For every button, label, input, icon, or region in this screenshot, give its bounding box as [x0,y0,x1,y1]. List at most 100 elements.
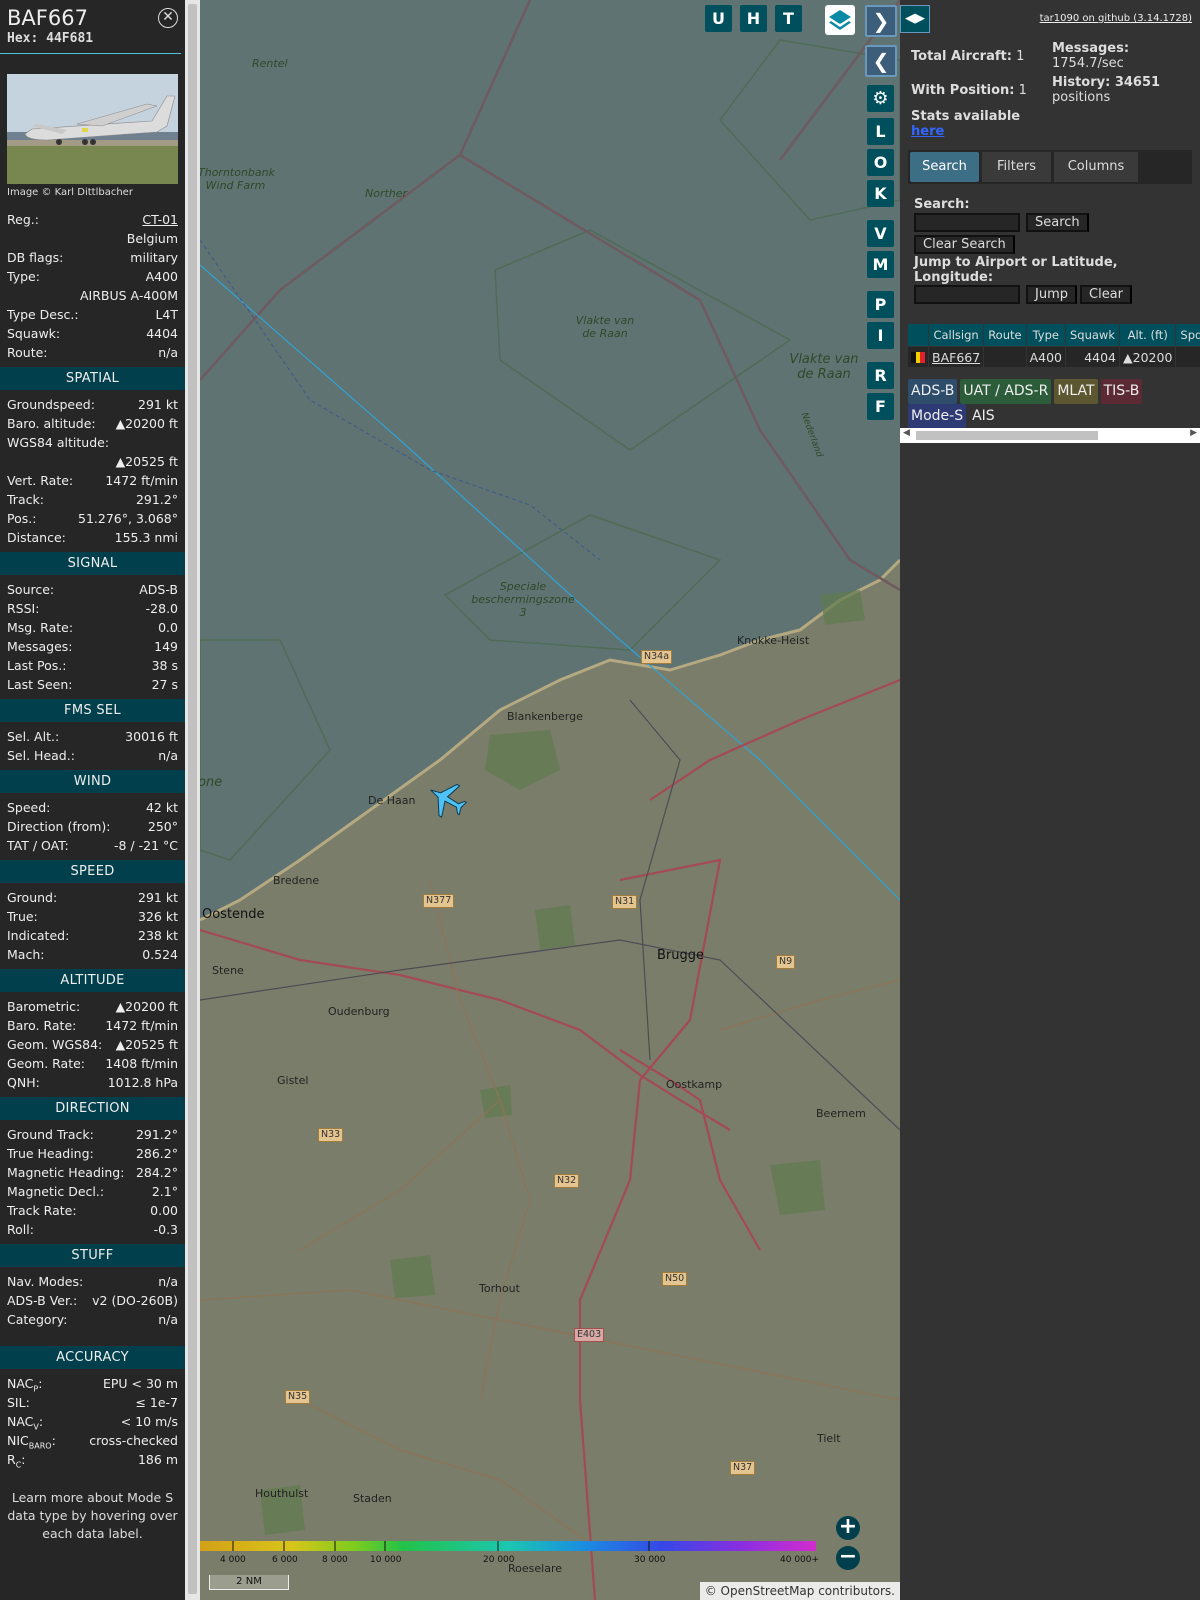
map-button-f[interactable]: F [867,393,894,420]
total-aircraft-label: Total Aircraft: [911,49,1012,64]
road-shield: N33 [318,1128,344,1142]
detail-row: Groundspeed: 291 kt [0,395,185,414]
info-panel-scrollbar[interactable] [185,0,200,1600]
detail-value: 291 kt [138,397,178,412]
aircraft-detail-sections: SPATIAL Groundspeed: 291 kt Baro. altitude:… [0,367,185,1329]
tab-search[interactable]: Search [910,152,979,182]
column-header-speed[interactable]: Spd [1175,323,1200,347]
detail-row: RSSI: -28.0 [0,599,185,618]
map-label-blankenberge: Blankenberge [507,710,583,723]
info-value: AIRBUS A-400M [80,288,178,303]
clear-jump-button[interactable]: Clear [1080,285,1132,304]
detail-row: Geom. Rate: 1408 ft/min [0,1054,185,1073]
map-view[interactable]: Rentel Thorntonbank Wind Farm Norther Vl… [200,0,900,1600]
column-header-route[interactable]: Route [983,323,1027,347]
messages-label: Messages: [1052,41,1130,56]
cell-callsign[interactable]: BAF667 [927,346,985,368]
detail-label: Nav. Modes: [7,1274,84,1289]
accuracy-label-text: NAC [7,1414,34,1429]
detail-row: Baro. Rate: 1472 ft/min [0,1016,185,1035]
layers-icon[interactable] [825,5,855,35]
scroll-left-icon[interactable]: ◀ [903,428,910,438]
detail-value: 0.00 [150,1203,178,1218]
detail-value: 250° [147,819,178,834]
detail-label: Geom. Rate: [7,1056,86,1071]
aircraft-marker-icon[interactable] [426,778,470,822]
map-button-r[interactable]: R [867,362,894,389]
detail-label: Vert. Rate: [7,473,74,488]
with-position-label: With Position: [911,83,1015,98]
detail-row: Ground Track: 291.2° [0,1125,185,1144]
map-button-u[interactable]: U [705,5,732,32]
search-button[interactable]: Search [1026,213,1089,232]
accuracy-value: ≤ 1e-7 [135,1395,178,1410]
detail-value: 38 s [151,658,178,673]
detail-label: Source: [7,582,55,597]
detail-value: 1472 ft/min [105,473,178,488]
map-button-k[interactable]: K [867,180,894,207]
clear-search-button[interactable]: Clear Search [914,235,1015,254]
zoom-in-icon[interactable]: + [836,1516,860,1540]
tab-columns[interactable]: Columns [1054,152,1138,182]
detail-label: RSSI: [7,601,40,616]
map-button-p[interactable]: P [867,291,894,318]
map-label-rentel: Rentel [252,57,288,70]
search-input[interactable] [914,213,1020,232]
close-icon[interactable]: ✕ [158,8,178,28]
map-button-l[interactable]: L [867,118,894,145]
map-button-h[interactable]: H [740,5,767,32]
collapse-left-icon[interactable]: ❮ [865,45,897,77]
map-button-o[interactable]: O [867,149,894,176]
accuracy-row: NICBARO: cross-checked [0,1431,185,1451]
selected-aircraft-panel: BAF667 Hex: 44F681 ✕ Image © Karl Dittlb… [0,0,185,1600]
detail-value: ▲20200 ft [115,416,178,431]
zoom-out-icon[interactable]: − [836,1546,860,1570]
column-header-altitude[interactable]: Alt. (ft) [1119,323,1177,347]
detail-value: 238 kt [138,928,178,943]
callsign-link[interactable]: BAF667 [932,350,980,365]
table-horizontal-scrollbar[interactable]: ◀ ▶ [900,428,1200,443]
source-chip: UAT / ADS-R [960,379,1052,404]
sidebar-toggle-icon[interactable]: ◀▶ [900,5,930,33]
source-chip: AIS [972,408,995,424]
detail-label: Pos.: [7,511,37,526]
scrollbar-thumb[interactable] [916,431,1098,440]
detail-label: Groundspeed: [7,397,95,412]
map-button-t[interactable]: T [775,5,802,32]
map-button-i[interactable]: I [867,322,894,349]
detail-row: Msg. Rate: 0.0 [0,618,185,637]
table-row[interactable]: BAF667 A400 4404 ▲20200 [907,346,1200,368]
tab-filters[interactable]: Filters [982,152,1051,182]
scale-label: 10 000 [370,1555,402,1565]
scroll-right-icon[interactable]: ▶ [1190,428,1197,438]
column-header-type[interactable]: Type [1025,323,1067,347]
detail-row: Source: ADS-B [0,580,185,599]
detail-label: Baro. altitude: [7,416,96,431]
detail-row: Vert. Rate: 1472 ft/min [0,471,185,490]
map-attribution[interactable]: © OpenStreetMap contributors. [699,1582,900,1600]
map-button-m[interactable]: M [867,251,894,278]
accuracy-label-text: R [7,1452,16,1467]
map-label-speciale-beschermingszone: Speciale beschermingszone 3 [471,580,575,619]
scrollbar-thumb[interactable] [188,4,197,1594]
column-header-squawk[interactable]: Squawk [1064,323,1121,347]
github-link[interactable]: tar1090 on github (3.14.1728) [1040,13,1192,24]
stats-link[interactable]: here [911,124,944,139]
detail-row: True: 326 kt [0,907,185,926]
aircraft-photo[interactable] [7,74,178,184]
map-button-v[interactable]: V [867,220,894,247]
settings-gear-icon[interactable]: ⚙ [867,85,894,112]
registration-link[interactable]: CT-01 [142,210,178,229]
detail-value: 291.2° [135,1127,178,1142]
column-header-callsign[interactable]: Callsign [927,323,985,347]
detail-value: 0.524 [142,947,178,962]
expand-right-icon[interactable]: ❯ [865,5,897,37]
accuracy-label: NACV: [7,1414,44,1432]
detail-label: Indicated: [7,928,70,943]
column-header-flag[interactable] [907,323,929,347]
map-label-norther: Norther [365,187,408,200]
jump-button[interactable]: Jump [1026,285,1077,304]
detail-row: QNH: 1012.8 hPa [0,1073,185,1092]
detail-label: Track: [7,492,44,507]
jump-input[interactable] [914,285,1020,304]
